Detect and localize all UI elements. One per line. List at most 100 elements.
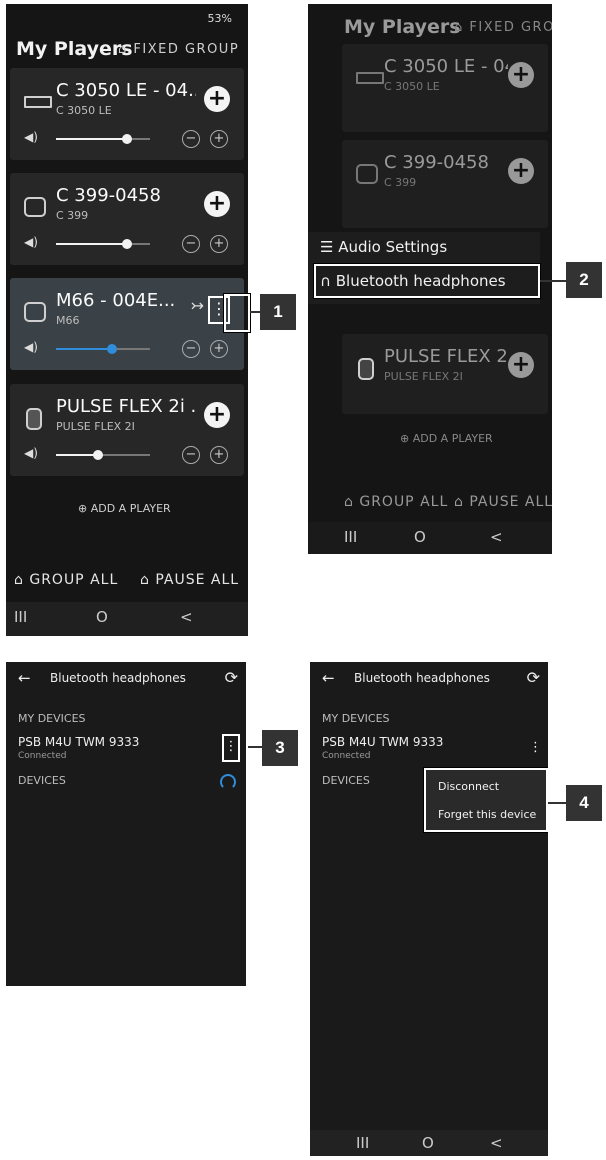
player-model: PULSE FLEX 2I [56, 420, 135, 433]
volume-slider[interactable] [56, 450, 150, 460]
system-nav-bar: III O < [308, 522, 552, 554]
forget-device-item[interactable]: Forget this device [438, 808, 536, 821]
volume-down-button[interactable]: − [182, 130, 200, 148]
add-to-group-button[interactable]: + [204, 191, 230, 217]
group-all-button[interactable]: ⌂ GROUP ALL [14, 572, 118, 588]
fixed-group-button[interactable]: ⌂ FIXED GROUP [454, 20, 552, 35]
disconnect-item[interactable]: Disconnect [438, 780, 499, 793]
callout-badge: 1 [260, 294, 296, 330]
device-status: Connected [18, 751, 67, 761]
fixed-group-button[interactable]: ⌂ FIXED GROUP [118, 42, 239, 57]
volume-slider[interactable] [56, 344, 150, 354]
header-title: Bluetooth headphones [354, 671, 490, 685]
screen-device-menu: ← Bluetooth headphones ⟳ MY DEVICES PSB … [310, 662, 548, 1156]
plus-circle-icon: ⊕ [400, 432, 413, 445]
callout-badge: 3 [262, 730, 298, 766]
home-pause-icon: ⌂ [140, 572, 156, 588]
recents-button[interactable]: III [344, 528, 357, 546]
volume-knob[interactable] [93, 450, 104, 460]
back-button[interactable]: < [180, 608, 193, 626]
volume-knob[interactable] [121, 134, 132, 144]
add-to-group-button[interactable]: + [508, 62, 534, 88]
volume-slider[interactable] [56, 134, 150, 144]
volume-up-button[interactable]: + [210, 235, 228, 253]
add-player-button[interactable]: ⊕ ADD A PLAYER [78, 502, 171, 515]
home-button[interactable]: O [96, 608, 108, 626]
volume-down-button[interactable]: − [182, 235, 200, 253]
home-button[interactable]: O [422, 1134, 434, 1152]
audio-settings-item[interactable]: ☰ Audio Settings [320, 238, 447, 256]
speaker-device-icon [24, 302, 46, 322]
add-player-button[interactable]: ⊕ ADD A PLAYER [400, 432, 493, 445]
highlight-box [224, 294, 250, 332]
player-card[interactable]: PULSE FLEX 2i ... PULSE FLEX 2I + [342, 334, 548, 414]
player-model: C 3050 LE [56, 104, 112, 117]
player-card[interactable]: PULSE FLEX 2i ... PULSE FLEX 2I + ◀) − + [10, 384, 244, 476]
home-pause-icon: ⌂ [454, 494, 470, 510]
player-model: C 3050 LE [384, 80, 440, 93]
home-button[interactable]: O [414, 528, 426, 546]
header-title: Bluetooth headphones [50, 671, 186, 685]
speaker-device-icon [24, 197, 46, 217]
speaker-icon: ◀) [24, 235, 38, 249]
volume-up-button[interactable]: + [210, 446, 228, 464]
volume-knob[interactable] [121, 239, 132, 249]
back-arrow-icon[interactable]: ← [322, 669, 335, 687]
recents-button[interactable]: III [356, 1134, 369, 1152]
player-card[interactable]: C 399-0458 C 399 + [342, 140, 548, 228]
back-button[interactable]: < [490, 1134, 503, 1152]
more-options-button[interactable]: ⋮ [222, 734, 240, 762]
grouped-arrow-icon: ↣ [190, 296, 204, 315]
pause-all-button[interactable]: ⌂ PAUSE ALL [140, 572, 239, 588]
devices-heading: DEVICES [322, 774, 370, 787]
callout-line [548, 802, 566, 804]
player-card[interactable]: C 399-0458 C 399 + ◀) − + [10, 173, 244, 265]
player-model: C 399 [384, 176, 417, 189]
volume-down-button[interactable]: − [182, 340, 200, 358]
volume-fill [56, 243, 127, 245]
group-all-button[interactable]: ⌂ GROUP ALL [344, 494, 448, 510]
volume-up-button[interactable]: + [210, 340, 228, 358]
player-card[interactable]: C 3050 LE - 04... C 3050 LE + [342, 44, 548, 132]
player-name: PULSE FLEX 2i ... [56, 396, 196, 417]
add-to-group-button[interactable]: + [204, 86, 230, 112]
home-icon: ⌂ [454, 20, 470, 35]
speaker-device-icon [356, 164, 378, 184]
home-plus-icon: ⌂ [14, 572, 30, 588]
add-to-group-button[interactable]: + [508, 158, 534, 184]
receiver-icon [24, 96, 52, 108]
speaker-icon: ◀) [24, 340, 38, 354]
my-devices-heading: MY DEVICES [18, 712, 86, 725]
back-button[interactable]: < [490, 528, 503, 546]
device-name[interactable]: PSB M4U TWM 9333 [322, 735, 443, 749]
device-name[interactable]: PSB M4U TWM 9333 [18, 735, 139, 749]
player-name: M66 - 004E... [56, 290, 174, 311]
speaker-icon: ◀) [24, 446, 38, 460]
player-name: C 3050 LE - 04... [384, 56, 508, 77]
back-arrow-icon[interactable]: ← [18, 669, 31, 687]
device-status: Connected [322, 751, 371, 761]
callout-line [248, 746, 262, 748]
volume-up-button[interactable]: + [210, 130, 228, 148]
screen-bluetooth-headphones: ← Bluetooth headphones ⟳ MY DEVICES PSB … [6, 662, 246, 986]
player-name: C 399-0458 [56, 185, 161, 206]
volume-slider[interactable] [56, 239, 150, 249]
add-to-group-button[interactable]: + [204, 402, 230, 428]
player-card-selected[interactable]: M66 - 004E... M66 ↣ ⋮ ◀) − + [10, 278, 244, 370]
player-model: M66 [56, 314, 80, 327]
pause-all-button[interactable]: ⌂ PAUSE ALL [454, 494, 552, 510]
refresh-icon[interactable]: ⟳ [527, 668, 540, 687]
player-name: C 3050 LE - 04... [56, 80, 196, 101]
more-options-icon[interactable]: ⋮ [529, 740, 542, 755]
devices-heading: DEVICES [18, 774, 66, 787]
volume-down-button[interactable]: − [182, 446, 200, 464]
recents-button[interactable]: III [14, 608, 27, 626]
volume-knob[interactable] [107, 344, 118, 354]
portable-speaker-icon [26, 408, 42, 430]
home-plus-icon: ⌂ [344, 494, 360, 510]
system-nav-bar: III O < [6, 602, 248, 636]
player-card[interactable]: C 3050 LE - 04... C 3050 LE + ◀) − + [10, 68, 244, 160]
speaker-icon: ◀) [24, 130, 38, 144]
add-to-group-button[interactable]: + [508, 352, 534, 378]
refresh-icon[interactable]: ⟳ [225, 668, 238, 687]
